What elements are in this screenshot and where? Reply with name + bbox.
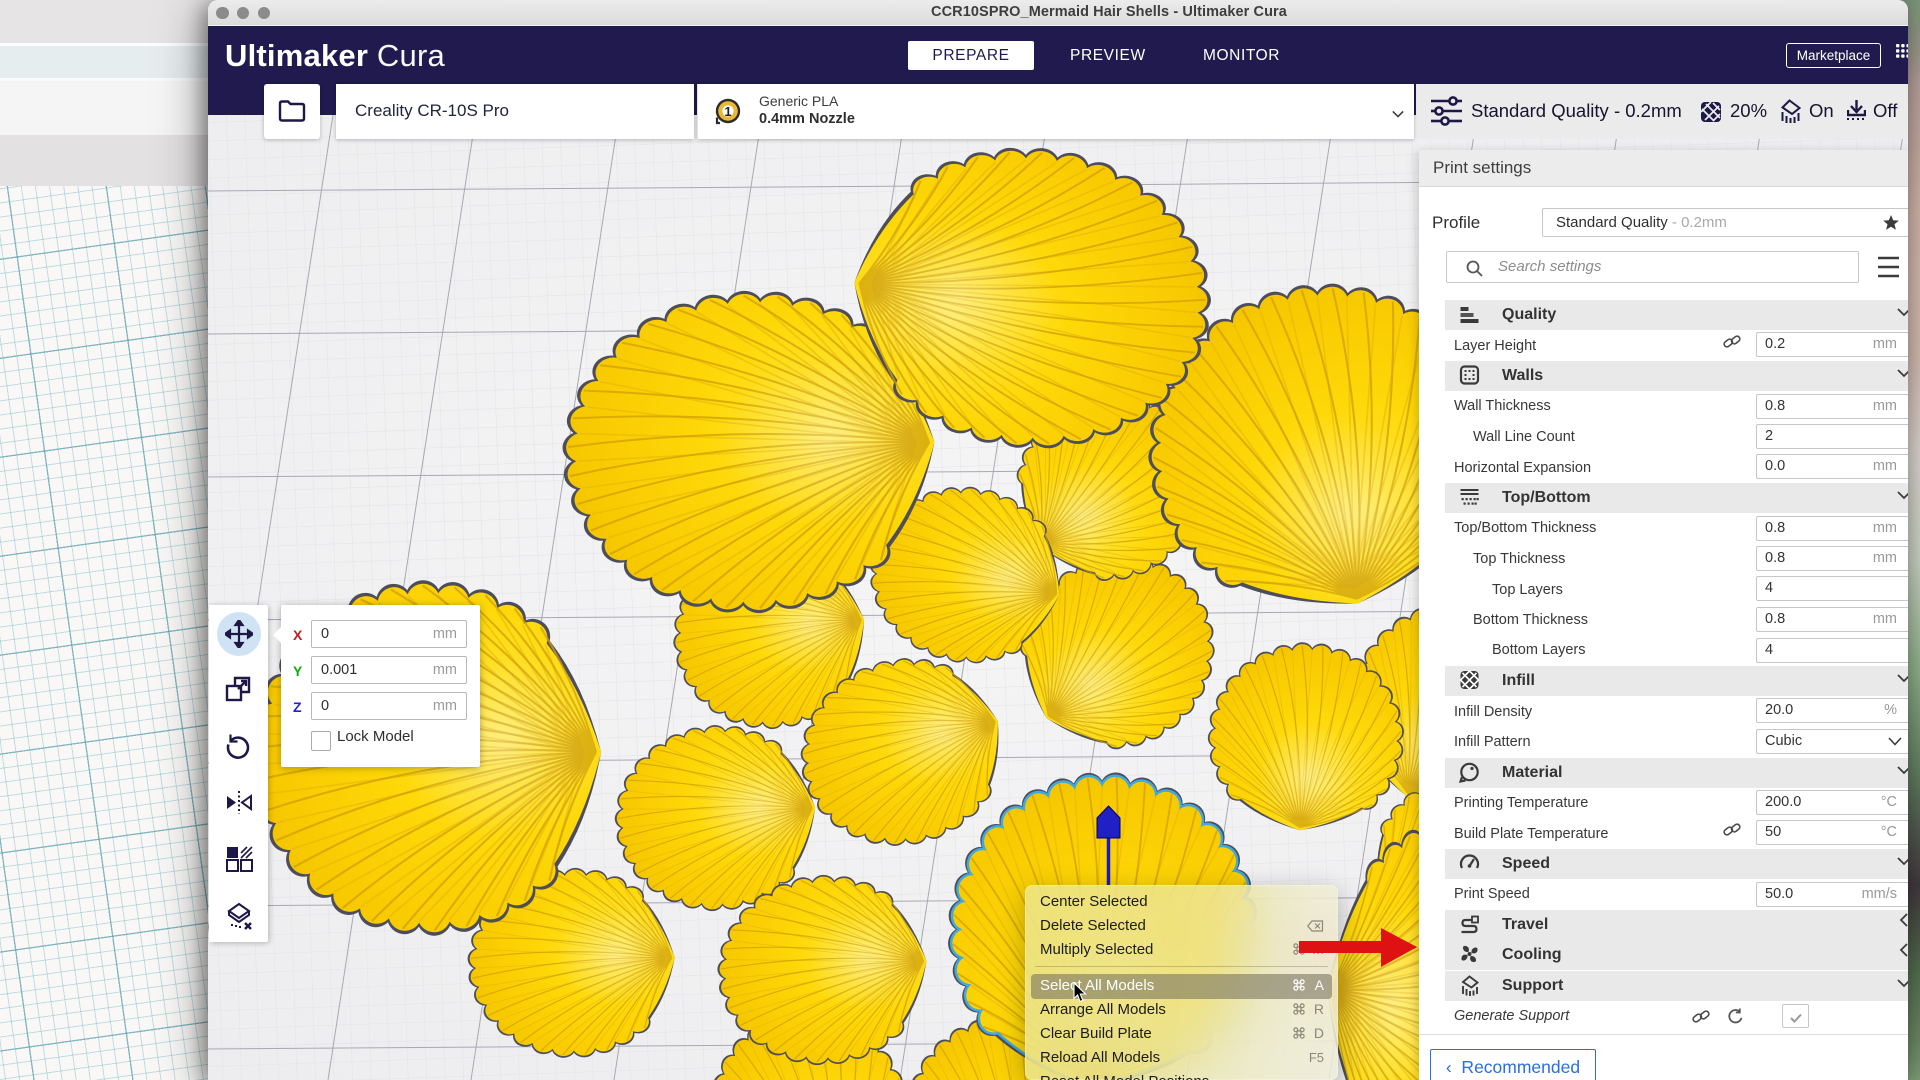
svg-text:1: 1 bbox=[724, 104, 731, 119]
